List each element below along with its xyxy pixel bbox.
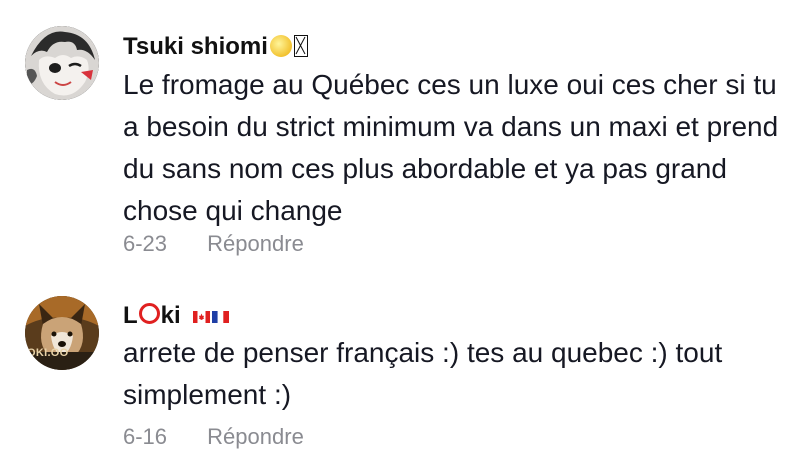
canada-flag-icon [193, 302, 211, 323]
comment-text: arrete de penser français :) tes au queb… [123, 337, 723, 410]
username-text: Tsuki shiomi [123, 33, 268, 60]
avatar[interactable] [25, 26, 99, 100]
avatar-watermark-text: OKI.OO [27, 347, 69, 359]
username-text-prefix: L [123, 302, 138, 329]
full-moon-emoji-icon [269, 35, 292, 57]
comment-date: 6-16 [123, 424, 168, 449]
avatar[interactable]: OKI.OO [25, 296, 99, 370]
comment-date: 6-23 [123, 231, 168, 256]
comment-username[interactable]: Lki [123, 302, 230, 330]
reply-button[interactable]: Répondre [207, 231, 304, 257]
reply-button[interactable]: Répondre [207, 424, 304, 450]
france-flag-icon [212, 302, 230, 323]
comment-username[interactable]: Tsuki shiomi [123, 33, 308, 61]
missing-glyph-icon [293, 35, 308, 57]
comment-text: Le fromage au Québec ces un luxe oui ces… [123, 69, 779, 226]
username-text-suffix: ki [160, 302, 181, 329]
comment-item-1: Tsuki shiomi Le fromage au Québec ces un… [0, 0, 808, 270]
red-circle-icon [138, 303, 160, 324]
comment-meta: 6-16 Répondre [123, 424, 304, 450]
comment-item-2: OKI.OO Lki arrete de penser français :) … [0, 270, 808, 470]
anime-avatar-icon [25, 26, 99, 100]
comment-meta: 6-23 Répondre [123, 231, 304, 257]
